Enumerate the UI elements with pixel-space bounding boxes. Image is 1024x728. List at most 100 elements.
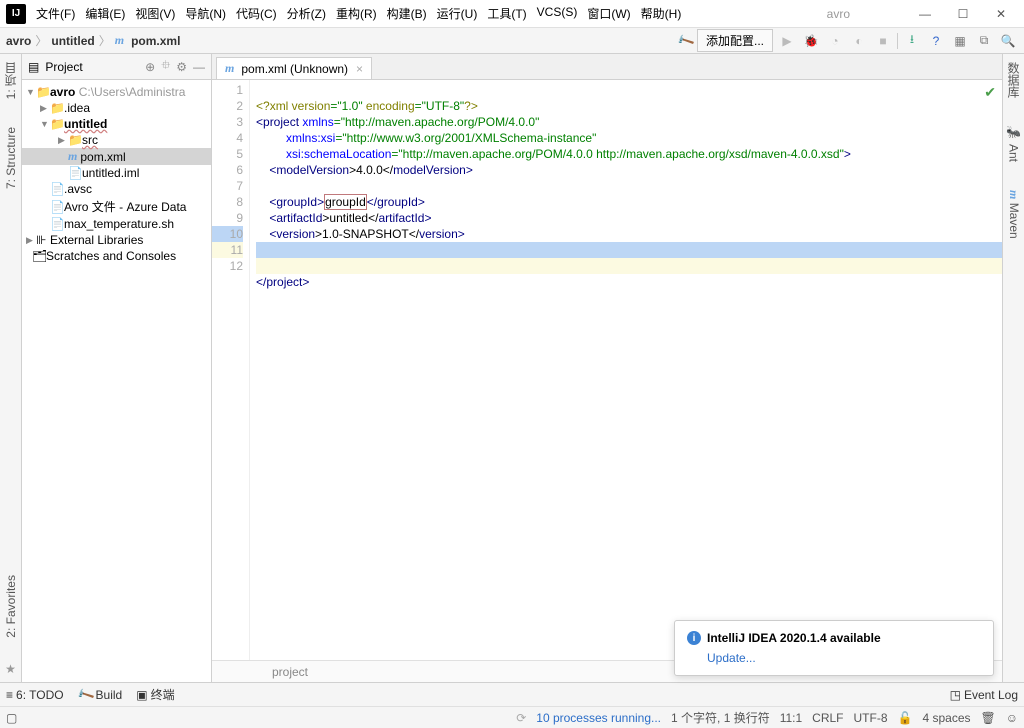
tree-avrofile[interactable]: 📄Avro 文件 - Azure Data xyxy=(22,197,211,216)
code-editor[interactable]: 123456789101112 ✔<?xml version="1.0" enc… xyxy=(212,80,1002,660)
project-tree[interactable]: ▼📁avro C:\Users\Administra ▶📁.idea ▼📁unt… xyxy=(22,80,211,682)
maven-icon: m xyxy=(1007,190,1021,199)
notification-title: IntelliJ IDEA 2020.1.4 available xyxy=(707,631,881,645)
notification-update-link[interactable]: Update... xyxy=(707,651,981,665)
build-icon[interactable]: 🔨 xyxy=(676,31,696,51)
gear-icon[interactable]: ⚙ xyxy=(176,60,187,74)
tool-favorites-tab[interactable]: 2: Favorites xyxy=(4,571,18,642)
add-configuration-button[interactable]: 添加配置... xyxy=(697,29,773,52)
menu-tools[interactable]: 工具(T) xyxy=(483,3,530,24)
toolbar-right: 🔨 添加配置... ▶ 🐞 ◔ ◐ ■ ⭳ ? ▦ ⧉ 🔍 xyxy=(678,29,1018,52)
status-processes[interactable]: 10 processes running... xyxy=(536,711,661,725)
debug-icon[interactable]: 🐞 xyxy=(801,31,821,51)
status-eol[interactable]: CRLF xyxy=(812,711,843,725)
run-icon[interactable]: ▶ xyxy=(777,31,797,51)
tool-eventlog[interactable]: ◳ Event Log xyxy=(950,688,1018,702)
status-readonly-icon[interactable]: 🔓 xyxy=(898,711,913,725)
menu-navigate[interactable]: 导航(N) xyxy=(181,3,230,24)
app-logo-icon: IJ xyxy=(6,4,26,24)
stop-icon[interactable]: ■ xyxy=(873,31,893,51)
status-position[interactable]: 11:1 xyxy=(780,711,802,725)
status-encoding[interactable]: UTF-8 xyxy=(854,711,888,725)
minimize-button[interactable]: — xyxy=(910,4,940,24)
menu-build[interactable]: 构建(B) xyxy=(383,3,431,24)
close-button[interactable]: ✕ xyxy=(986,4,1016,24)
status-memory-icon[interactable]: 🗑 xyxy=(981,711,996,725)
menu-vcs[interactable]: VCS(S) xyxy=(533,3,582,24)
search-icon[interactable]: 🔍 xyxy=(998,31,1018,51)
crumb-file[interactable]: pom.xml xyxy=(131,34,180,48)
maven-file-icon: m xyxy=(68,149,77,164)
coverage-icon[interactable]: ◔ xyxy=(825,31,845,51)
menu-view[interactable]: 视图(V) xyxy=(131,3,179,24)
info-icon: i xyxy=(687,631,701,645)
close-tab-icon[interactable]: × xyxy=(356,62,363,76)
status-tool-windows-icon[interactable]: ▢ xyxy=(6,711,17,725)
tool-structure-tab[interactable]: 7: Structure xyxy=(4,123,18,193)
tree-external-libs[interactable]: ▶⊪External Libraries xyxy=(22,232,211,248)
menu-edit[interactable]: 编辑(E) xyxy=(81,3,129,24)
tool-project-tab[interactable]: 1: 项目 xyxy=(2,58,19,103)
main-area: 1: 项目 7: Structure 2: Favorites ★ ▤ Proj… xyxy=(0,54,1024,682)
tab-pom[interactable]: m pom.xml (Unknown) × xyxy=(216,57,372,79)
target-icon[interactable]: ⊕ xyxy=(145,60,155,74)
tool-todo[interactable]: ≡ 6: TODO xyxy=(6,688,64,702)
gutter: 123456789101112 xyxy=(212,80,250,660)
status-hector-icon[interactable]: ☺ xyxy=(1006,711,1018,725)
maven-file-icon: m xyxy=(115,33,124,48)
search-everywhere-icon[interactable]: ⧉ xyxy=(974,31,994,51)
profile-icon[interactable]: ◐ xyxy=(849,31,869,51)
terminal-icon: ▣ xyxy=(136,688,147,702)
code-content[interactable]: ✔<?xml version="1.0" encoding="UTF-8"?> … xyxy=(250,80,1002,660)
project-panel: ▤ Project ⊕ ⯐ ⚙ — ▼📁avro C:\Users\Admini… xyxy=(22,54,212,682)
menu-help[interactable]: 帮助(H) xyxy=(637,3,686,24)
window-title: avro xyxy=(827,7,850,21)
tree-maxtemp[interactable]: 📄max_temperature.sh xyxy=(22,216,211,232)
menubar: 文件(F) 编辑(E) 视图(V) 导航(N) 代码(C) 分析(Z) 重构(R… xyxy=(32,3,827,24)
hammer-icon: 🔨 xyxy=(75,685,95,705)
menu-refactor[interactable]: 重构(R) xyxy=(332,3,381,24)
expand-all-icon[interactable]: ⯐ xyxy=(161,56,170,77)
breadcrumb: avro 〉 untitled 〉 m pom.xml xyxy=(6,32,678,49)
status-indent[interactable]: 4 spaces xyxy=(922,711,970,725)
menu-run[interactable]: 运行(U) xyxy=(433,3,482,24)
tool-terminal[interactable]: ▣ 终端 xyxy=(136,686,174,703)
editor-tabs: m pom.xml (Unknown) × xyxy=(212,54,1002,80)
menu-analyze[interactable]: 分析(Z) xyxy=(283,3,330,24)
crumb-module[interactable]: untitled xyxy=(51,34,94,48)
right-tool-strip: 数据库 🐜 Ant m Maven xyxy=(1002,54,1024,682)
eventlog-icon: ◳ xyxy=(950,688,961,702)
chevron-right-icon: 〉 xyxy=(35,32,47,49)
ide-tools-icon[interactable]: ▦ xyxy=(950,31,970,51)
menu-code[interactable]: 代码(C) xyxy=(232,3,281,24)
tree-untitled[interactable]: ▼📁untitled xyxy=(22,116,211,132)
tool-database-tab[interactable]: 数据库 xyxy=(1005,58,1022,102)
maximize-button[interactable]: ☐ xyxy=(948,4,978,24)
update-notification: i IntelliJ IDEA 2020.1.4 available Update… xyxy=(674,620,994,676)
crumb-project[interactable]: avro xyxy=(6,34,31,48)
tree-idea[interactable]: ▶📁.idea xyxy=(22,100,211,116)
titlebar: IJ 文件(F) 编辑(E) 视图(V) 导航(N) 代码(C) 分析(Z) 重… xyxy=(0,0,1024,28)
editor-area: m pom.xml (Unknown) × 123456789101112 ✔<… xyxy=(212,54,1002,682)
vcs-update-icon[interactable]: ⭳ xyxy=(902,31,922,51)
tool-ant-tab[interactable]: 🐜 Ant xyxy=(1007,122,1021,166)
help-icon[interactable]: ? xyxy=(926,31,946,51)
tree-iml[interactable]: 📄untitled.iml xyxy=(22,165,211,181)
bottom-tool-bar: ≡ 6: TODO 🔨Build ▣ 终端 ◳ Event Log xyxy=(0,682,1024,706)
chevron-right-icon: 〉 xyxy=(99,32,111,49)
menu-window[interactable]: 窗口(W) xyxy=(583,3,634,24)
menu-file[interactable]: 文件(F) xyxy=(32,3,79,24)
project-panel-header: ▤ Project ⊕ ⯐ ⚙ — xyxy=(22,54,211,80)
star-icon: ★ xyxy=(5,662,16,676)
tree-pom-selected[interactable]: mpom.xml xyxy=(22,148,211,165)
tree-scratches[interactable]: 🗂Scratches and Consoles xyxy=(22,248,211,264)
project-panel-title: Project xyxy=(45,60,139,74)
left-tool-strip: 1: 项目 7: Structure 2: Favorites ★ xyxy=(0,54,22,682)
tool-build[interactable]: 🔨Build xyxy=(78,688,123,702)
tree-src[interactable]: ▶📁src xyxy=(22,132,211,148)
ant-icon: 🐜 xyxy=(1007,126,1021,141)
tree-root[interactable]: ▼📁avro C:\Users\Administra xyxy=(22,84,211,100)
tree-avsc[interactable]: 📄.avsc xyxy=(22,181,211,197)
hide-panel-icon[interactable]: — xyxy=(193,60,205,74)
tool-maven-tab[interactable]: m Maven xyxy=(1006,186,1021,243)
